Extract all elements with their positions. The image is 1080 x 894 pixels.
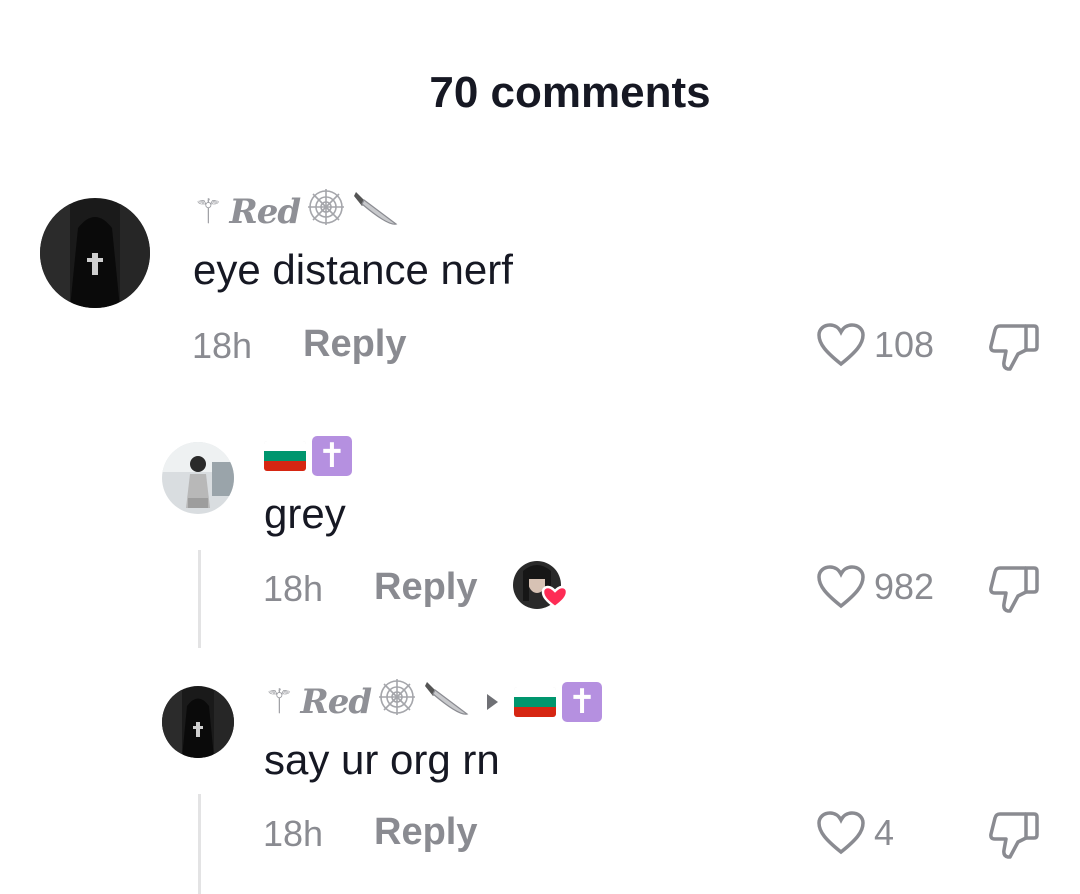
like-button[interactable]: 4	[816, 810, 894, 856]
comment-text: grey	[264, 490, 346, 537]
comment-username[interactable]: ✝	[264, 436, 352, 476]
comment-username[interactable]: ⚚ Red	[193, 186, 400, 237]
bulgaria-flag-icon	[514, 686, 557, 717]
thumbs-down-icon	[989, 812, 1039, 859]
comments-count-title: 70 comments	[429, 68, 711, 117]
like-count: 982	[874, 566, 935, 607]
bulgaria-flag-icon	[264, 441, 306, 471]
reply-arrow-icon	[487, 693, 499, 710]
dislike-button[interactable]	[988, 322, 1040, 377]
caduceus-symbol: ⚚	[264, 682, 295, 721]
reply-button[interactable]: Reply	[374, 811, 477, 854]
comment-username[interactable]: ⚚ Red ✝	[264, 676, 603, 727]
knife-icon	[423, 676, 471, 727]
thumbs-down-icon	[989, 566, 1039, 613]
reply-button[interactable]: Reply	[374, 566, 477, 609]
thread-line	[198, 550, 201, 648]
heart-outline-icon	[817, 565, 865, 609]
thumbs-down-icon	[989, 324, 1039, 371]
avatar[interactable]	[162, 442, 234, 514]
reply-button[interactable]: Reply	[303, 323, 406, 366]
spider-web-icon	[306, 187, 346, 236]
avatar[interactable]	[162, 686, 234, 758]
comment-timestamp: 18h	[263, 813, 324, 854]
latin-cross-icon: ✝	[312, 436, 352, 476]
comment-text: eye distance nerf	[193, 246, 513, 293]
comment-timestamp: 18h	[192, 325, 253, 366]
liked-by-creator-badge	[513, 561, 569, 609]
dislike-button[interactable]	[988, 564, 1040, 619]
caduceus-symbol: ⚚	[193, 192, 224, 231]
like-button[interactable]: 108	[816, 322, 934, 368]
heart-outline-icon	[817, 323, 865, 367]
comment-timestamp: 18h	[263, 568, 324, 609]
like-count: 4	[874, 812, 895, 853]
username-text: Red	[300, 681, 372, 722]
spider-web-icon	[377, 677, 417, 726]
like-count: 108	[874, 324, 935, 365]
dislike-button[interactable]	[988, 810, 1040, 865]
knife-icon	[352, 186, 400, 237]
avatar[interactable]	[40, 198, 150, 308]
username-text: Red	[229, 191, 301, 232]
latin-cross-icon: ✝	[562, 681, 603, 722]
like-button[interactable]: 982	[816, 564, 934, 610]
thread-line	[198, 794, 201, 894]
comment-text: say ur org rn	[264, 736, 500, 783]
heart-outline-icon	[817, 811, 865, 855]
